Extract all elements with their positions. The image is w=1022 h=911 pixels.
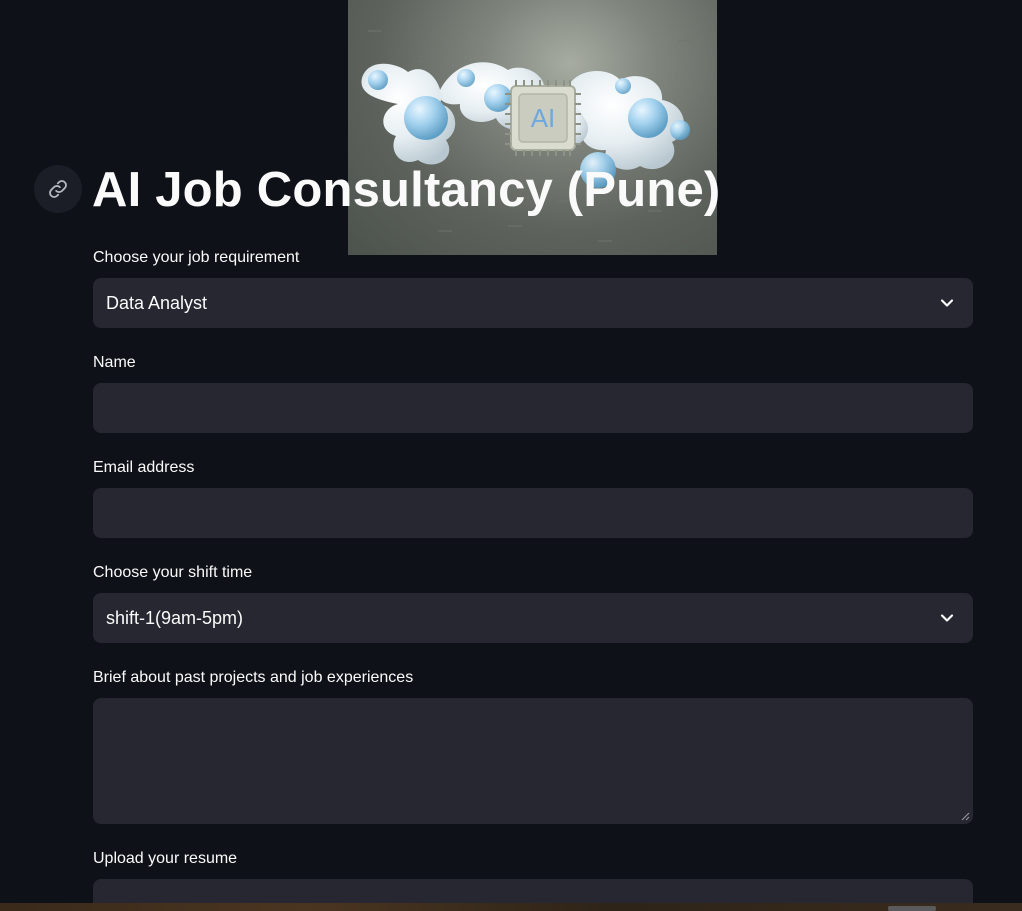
- taskbar-item[interactable]: [888, 906, 936, 911]
- email-label: Email address: [93, 459, 195, 476]
- experience-label: Brief about past projects and job experi…: [93, 669, 414, 686]
- name-label: Name: [93, 354, 136, 371]
- chevron-down-icon: [940, 614, 954, 622]
- page-title: AI Job Consultancy (Pune): [92, 163, 721, 217]
- shift-time-label: Choose your shift time: [93, 564, 253, 581]
- name-input[interactable]: [93, 383, 973, 433]
- shift-time-value: shift-1(9am-5pm): [106, 608, 244, 628]
- resume-label: Upload your resume: [93, 850, 238, 867]
- header-link-button[interactable]: [34, 165, 82, 213]
- job-requirement-value: Data Analyst: [106, 293, 208, 313]
- job-requirement-label: Choose your job requirement: [93, 249, 300, 266]
- experience-textarea[interactable]: [93, 698, 973, 824]
- shift-time-select[interactable]: shift-1(9am-5pm): [93, 593, 973, 643]
- link-icon: [49, 180, 67, 198]
- email-input[interactable]: [93, 488, 973, 538]
- chevron-down-icon: [940, 299, 954, 307]
- ai-chip-icon: AI: [505, 80, 581, 156]
- app-page: AI AI Job Consultancy (Pune) Choose your…: [0, 0, 1022, 911]
- taskbar-strip: [0, 903, 1022, 911]
- job-requirement-select[interactable]: Data Analyst: [93, 278, 973, 328]
- svg-text:AI: AI: [531, 103, 556, 133]
- resize-handle-icon[interactable]: [960, 811, 970, 821]
